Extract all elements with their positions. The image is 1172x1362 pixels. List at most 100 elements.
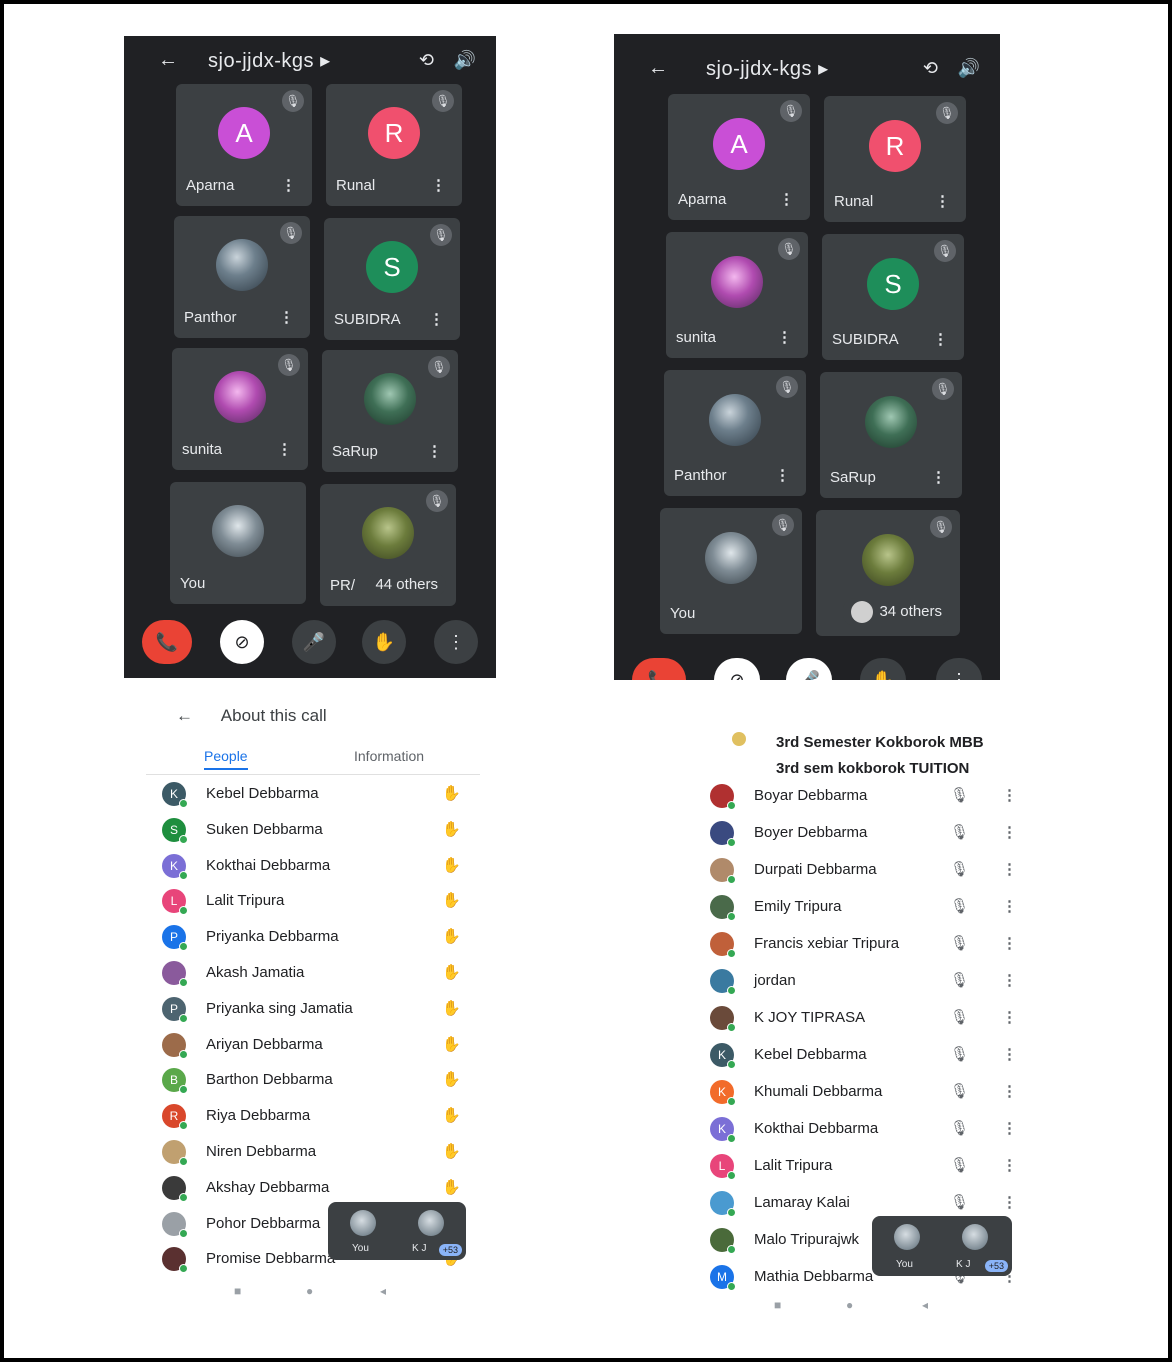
more-options-icon[interactable]: ⋮ bbox=[1002, 897, 1017, 915]
participant-row[interactable]: L Lalit Tripura ✋ bbox=[162, 887, 462, 917]
more-options-icon[interactable]: ⋮ bbox=[1002, 1082, 1017, 1100]
participant-tile[interactable]: 🎙 SaRup ⋮ bbox=[820, 372, 962, 498]
participant-tile[interactable]: 🎙 Panthor ⋮ bbox=[174, 216, 310, 338]
tab-information[interactable]: Information bbox=[354, 748, 424, 764]
self-tile[interactable]: 🎙 You bbox=[660, 508, 802, 634]
more-options-icon[interactable]: ⋮ bbox=[279, 308, 294, 326]
participant-row[interactable]: K JOY TIPRASA 🎙 ⋮ bbox=[710, 1004, 1017, 1034]
more-options-icon[interactable]: ⋮ bbox=[775, 466, 790, 484]
participant-row[interactable]: S Suken Debbarma ✋ bbox=[162, 816, 462, 846]
muted-mic-icon: 🎙 bbox=[950, 898, 970, 915]
tab-people[interactable]: People bbox=[204, 748, 248, 770]
more-options-icon[interactable]: ⋮ bbox=[933, 330, 948, 348]
participant-row[interactable]: P Priyanka sing Jamatia ✋ bbox=[162, 995, 462, 1025]
camera-off-button[interactable]: ⊘ bbox=[220, 620, 264, 664]
nav-home-icon[interactable]: ● bbox=[846, 1298, 853, 1312]
speaker-icon[interactable]: 🔊 bbox=[958, 58, 980, 79]
more-options-icon[interactable]: ⋮ bbox=[935, 192, 950, 210]
participant-row[interactable]: Akshay Debbarma ✋ bbox=[162, 1174, 462, 1204]
more-options-icon[interactable]: ⋮ bbox=[1002, 1156, 1017, 1174]
end-call-button[interactable]: 📞 bbox=[142, 620, 192, 664]
mini-call-preview[interactable]: You K J +53 bbox=[328, 1202, 466, 1260]
more-options-icon[interactable]: ⋮ bbox=[1002, 1008, 1017, 1026]
participant-name: Francis xebiar Tripura bbox=[754, 935, 900, 952]
participant-tile[interactable]: 🎙 Panthor ⋮ bbox=[664, 370, 806, 496]
raise-hand-button[interactable]: ✋ bbox=[860, 658, 906, 680]
participant-row[interactable]: jordan 🎙 ⋮ bbox=[710, 967, 1017, 997]
participant-row[interactable]: Ariyan Debbarma ✋ bbox=[162, 1031, 462, 1061]
others-count[interactable]: 34 others bbox=[843, 598, 950, 626]
nav-recents-icon[interactable]: ■ bbox=[234, 1284, 241, 1298]
participant-tile[interactable]: 🎙 sunita ⋮ bbox=[666, 232, 808, 358]
participant-row[interactable]: L Lalit Tripura 🎙 ⋮ bbox=[710, 1152, 1017, 1182]
nav-back-icon[interactable]: ◂ bbox=[922, 1298, 928, 1312]
more-options-icon[interactable]: ⋮ bbox=[779, 190, 794, 208]
back-arrow-icon[interactable]: ← bbox=[158, 49, 178, 72]
participant-tile[interactable]: 🎙 A Aparna ⋮ bbox=[176, 84, 312, 206]
group-name[interactable]: 3rd Semester Kokborok MBB bbox=[776, 734, 984, 751]
nav-home-icon[interactable]: ● bbox=[306, 1284, 313, 1298]
participant-row[interactable]: P Priyanka Debbarma ✋ bbox=[162, 923, 462, 953]
participant-tile[interactable]: 🎙 S SUBIDRA ⋮ bbox=[822, 234, 964, 360]
participant-row[interactable]: K Kebel Debbarma ✋ bbox=[162, 780, 462, 810]
more-options-icon[interactable]: ⋮ bbox=[1002, 1193, 1017, 1211]
participant-row[interactable]: Boyar Debbarma 🎙 ⋮ bbox=[710, 782, 1017, 812]
nav-recents-icon[interactable]: ■ bbox=[774, 1298, 781, 1312]
participant-tile[interactable]: 🎙 S SUBIDRA ⋮ bbox=[324, 218, 460, 340]
participant-tile[interactable]: 🎙 A Aparna ⋮ bbox=[668, 94, 810, 220]
nav-back-icon[interactable]: ◂ bbox=[380, 1284, 386, 1298]
more-options-icon[interactable]: ⋮ bbox=[1002, 1119, 1017, 1137]
participant-row[interactable]: Akash Jamatia ✋ bbox=[162, 959, 462, 989]
participant-row[interactable]: K Kebel Debbarma 🎙 ⋮ bbox=[710, 1041, 1017, 1071]
more-options-button[interactable]: ⋮ bbox=[434, 620, 478, 664]
back-arrow-icon[interactable]: ← bbox=[648, 57, 668, 80]
more-options-icon[interactable]: ⋮ bbox=[277, 440, 292, 458]
more-options-icon[interactable]: ⋮ bbox=[1002, 971, 1017, 989]
participant-row[interactable]: Boyer Debbarma 🎙 ⋮ bbox=[710, 819, 1017, 849]
switch-camera-icon[interactable]: ⟲ bbox=[419, 50, 434, 71]
more-options-icon[interactable]: ⋮ bbox=[1002, 934, 1017, 952]
more-options-icon[interactable]: ⋮ bbox=[429, 310, 444, 328]
participant-row[interactable]: Francis xebiar Tripura 🎙 ⋮ bbox=[710, 930, 1017, 960]
participant-row[interactable]: K Kokthai Debbarma ✋ bbox=[162, 852, 462, 882]
participant-row[interactable]: Emily Tripura 🎙 ⋮ bbox=[710, 893, 1017, 923]
switch-camera-icon[interactable]: ⟲ bbox=[923, 58, 938, 79]
more-options-icon[interactable]: ⋮ bbox=[1002, 786, 1017, 804]
more-options-button[interactable]: ⋮ bbox=[936, 658, 982, 680]
more-options-icon[interactable]: ⋮ bbox=[777, 328, 792, 346]
participant-row[interactable]: Lamaray Kalai 🎙 ⋮ bbox=[710, 1189, 1017, 1219]
others-tile[interactable]: 🎙 PR/ 44 others bbox=[320, 484, 456, 606]
self-tile[interactable]: You bbox=[170, 482, 306, 604]
speaker-icon[interactable]: 🔊 bbox=[454, 50, 476, 71]
more-options-icon[interactable]: ⋮ bbox=[931, 468, 946, 486]
group-name[interactable]: 3rd sem kokborok TUITION bbox=[776, 760, 969, 777]
mic-button[interactable]: 🎤 bbox=[292, 620, 336, 664]
others-count[interactable]: 44 others bbox=[367, 573, 446, 596]
meeting-code[interactable]: sjo-jjdx-kgs ▸ bbox=[706, 56, 829, 81]
participant-tile[interactable]: 🎙 R Runal ⋮ bbox=[326, 84, 462, 206]
more-options-icon[interactable]: ⋮ bbox=[1002, 860, 1017, 878]
participant-row[interactable]: Niren Debbarma ✋ bbox=[162, 1138, 462, 1168]
more-options-icon[interactable]: ⋮ bbox=[431, 176, 446, 194]
participant-tile[interactable]: 🎙 sunita ⋮ bbox=[172, 348, 308, 470]
more-options-icon[interactable]: ⋮ bbox=[427, 442, 442, 460]
participant-row[interactable]: Durpati Debbarma 🎙 ⋮ bbox=[710, 856, 1017, 886]
back-arrow-icon[interactable]: ← bbox=[176, 706, 193, 725]
participant-tile[interactable]: 🎙 SaRup ⋮ bbox=[322, 350, 458, 472]
more-options-icon[interactable]: ⋮ bbox=[281, 176, 296, 194]
more-options-icon[interactable]: ⋮ bbox=[1002, 1045, 1017, 1063]
participant-row[interactable]: B Barthon Debbarma ✋ bbox=[162, 1066, 462, 1096]
raise-hand-button[interactable]: ✋ bbox=[362, 620, 406, 664]
camera-off-button[interactable]: ⊘ bbox=[714, 658, 760, 680]
participant-row[interactable]: K Khumali Debbarma 🎙 ⋮ bbox=[710, 1078, 1017, 1108]
participant-row[interactable]: K Kokthai Debbarma 🎙 ⋮ bbox=[710, 1115, 1017, 1145]
others-tile[interactable]: 🎙 34 others bbox=[816, 510, 960, 636]
mic-off-button[interactable]: 🎤 bbox=[786, 658, 832, 680]
mini-call-preview[interactable]: You K J +53 bbox=[872, 1216, 1012, 1276]
participant-row[interactable]: R Riya Debbarma ✋ bbox=[162, 1102, 462, 1132]
more-options-icon[interactable]: ⋮ bbox=[1002, 823, 1017, 841]
participant-tile[interactable]: 🎙 R Runal ⋮ bbox=[824, 96, 966, 222]
meeting-code[interactable]: sjo-jjdx-kgs ▸ bbox=[208, 48, 331, 73]
end-call-button[interactable]: 📞 bbox=[632, 658, 686, 680]
participant-thumbnail bbox=[962, 1224, 988, 1250]
